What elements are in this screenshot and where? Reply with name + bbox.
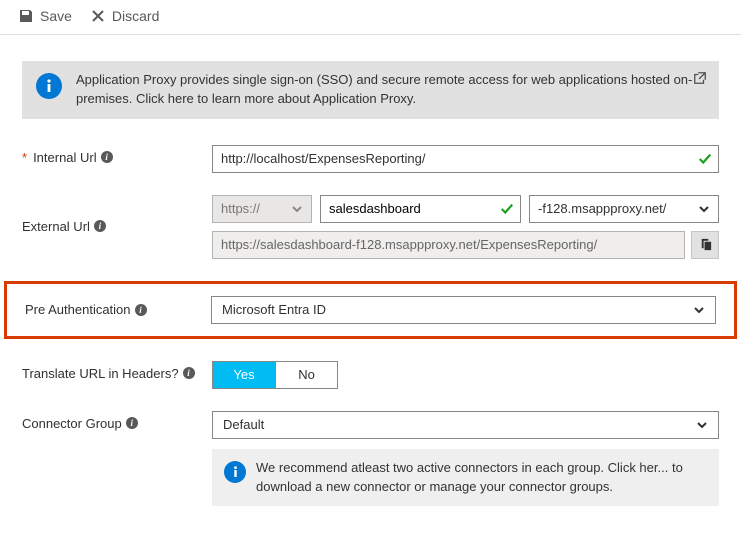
translate-headers-label: Translate URL in Headers? i [22,361,212,381]
help-icon[interactable]: i [183,367,195,379]
translate-toggle: Yes No [212,361,338,389]
chevron-down-icon [698,203,710,215]
help-icon[interactable]: i [126,417,138,429]
domain-select[interactable]: -f128.msappproxy.net/ [529,195,719,223]
discard-label: Discard [112,8,159,24]
hostname-input[interactable] [320,195,521,223]
copy-button[interactable] [691,231,719,259]
internal-url-label: * Internal Url i [22,145,212,165]
info-banner-text[interactable]: Application Proxy provides single sign-o… [76,71,705,109]
full-external-url: https://salesdashboard-f128.msappproxy.n… [212,231,685,259]
chevron-down-icon [696,419,708,431]
save-button[interactable]: Save [18,8,72,24]
close-icon [90,8,106,24]
chevron-down-icon [693,304,705,316]
connector-group-select[interactable]: Default [212,411,719,439]
pre-auth-select[interactable]: Microsoft Entra ID [211,296,716,324]
info-icon [36,73,62,99]
copy-icon [698,237,713,252]
discard-button[interactable]: Discard [90,8,159,24]
help-icon[interactable]: i [94,220,106,232]
save-icon [18,8,34,24]
required-marker: * [22,150,27,165]
info-icon [224,461,246,483]
external-url-label: External Url i [22,195,212,234]
internal-url-input[interactable] [212,145,719,173]
connector-group-label: Connector Group i [22,411,212,431]
check-icon [698,152,712,166]
pre-auth-highlight: Pre Authentication i Microsoft Entra ID [4,281,737,339]
external-link-icon[interactable] [693,71,707,85]
pre-auth-label: Pre Authentication i [25,302,211,317]
check-icon [500,202,514,216]
scheme-select[interactable]: https:// [212,195,312,223]
connector-recommendation: We recommend atleast two active connecto… [212,449,719,507]
help-icon[interactable]: i [101,151,113,163]
help-icon[interactable]: i [135,304,147,316]
toggle-no[interactable]: No [275,362,337,388]
save-label: Save [40,8,72,24]
toggle-yes[interactable]: Yes [213,362,275,388]
connector-recommendation-text[interactable]: We recommend atleast two active connecto… [256,459,707,497]
chevron-down-icon [291,203,303,215]
info-banner: Application Proxy provides single sign-o… [22,61,719,119]
